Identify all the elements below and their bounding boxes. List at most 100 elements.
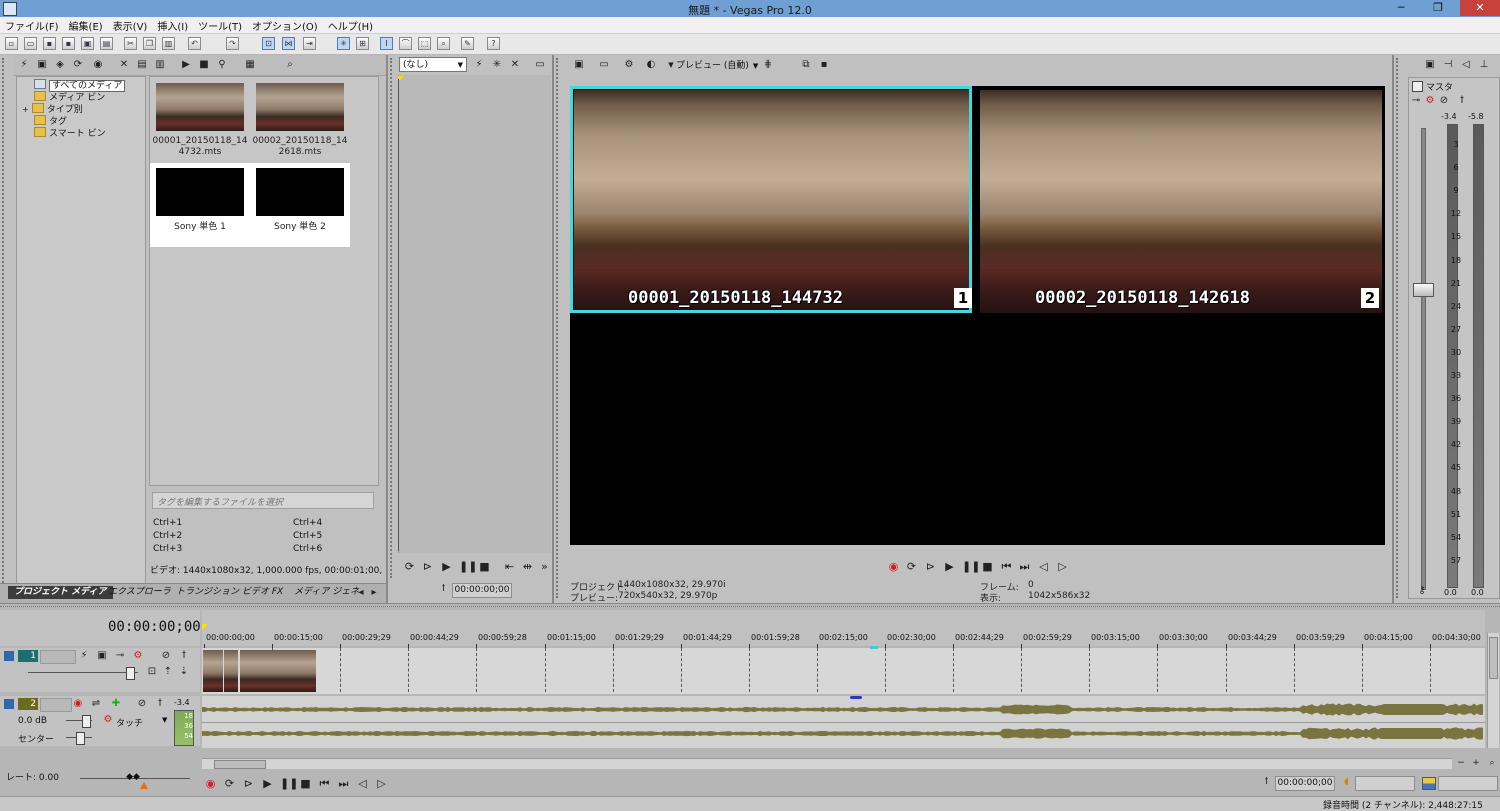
restore-button[interactable]: ❐ <box>1420 0 1456 16</box>
menu-insert[interactable]: 挿入(I) <box>152 17 193 33</box>
audio-track-header[interactable]: 2 ◉ ⇌ ✚ ⊘ ꝉ -3.4 0.0 dB ⚙ タッチ ▼ センター 18 … <box>0 696 200 746</box>
refresh-icon[interactable]: ⟳ <box>72 59 84 71</box>
timeline-grip[interactable] <box>0 606 1500 609</box>
undo-icon[interactable]: ↶ <box>188 37 201 50</box>
timeline-play-icon[interactable]: ▶ <box>261 777 274 790</box>
media-thumbnail-4[interactable] <box>256 168 344 216</box>
trimmer-view[interactable] <box>398 75 551 553</box>
video-track-name-field[interactable] <box>40 650 76 664</box>
record-icon[interactable]: ◉ <box>887 560 900 573</box>
master-fx-chain-icon[interactable]: ⚙ <box>1424 95 1436 107</box>
video-track-lane[interactable] <box>202 648 1485 694</box>
help-icon[interactable]: ? <box>487 37 500 50</box>
trim-loop-icon[interactable]: ⟳ <box>403 560 416 573</box>
tag-edit-field[interactable]: タグを編集するファイルを選択 <box>152 492 374 509</box>
play-media-icon[interactable]: ▶ <box>180 59 192 71</box>
preview-quality-dropdown[interactable]: プレビュー (自動) ▼ <box>676 58 758 71</box>
selection-tool-icon[interactable]: ⬚ <box>418 37 431 50</box>
ripple-icon[interactable]: ⇥ <box>303 37 316 50</box>
zoom-in-icon[interactable]: + <box>1470 757 1482 769</box>
remove-icon[interactable]: ✕ <box>118 59 130 71</box>
menu-file[interactable]: ファイル(F) <box>0 17 64 33</box>
menu-view[interactable]: 表示(V) <box>108 17 153 33</box>
tab-media-generators[interactable]: メディア ジェネ <box>288 586 365 599</box>
expand-icon[interactable]: + <box>22 105 29 114</box>
automation-icon[interactable]: ✎ <box>461 37 474 50</box>
trim-pause-icon[interactable]: ❚❚ <box>459 560 477 573</box>
go-to-start-icon[interactable]: ⏮ <box>1000 560 1013 573</box>
video-track-child-icon[interactable]: ⇣ <box>178 666 190 678</box>
timeline-horizontal-scrollbar-thumb[interactable] <box>214 760 266 769</box>
auto-crossfade-icon[interactable]: ⋈ <box>282 37 295 50</box>
next-frame-icon[interactable]: ▷ <box>1056 560 1069 573</box>
timeline-go-start-icon[interactable]: ⏮ <box>318 777 331 790</box>
preview-properties-icon[interactable]: ▣ <box>573 59 585 71</box>
video-event-thumb-3[interactable] <box>240 650 316 692</box>
timeline-next-frame-icon[interactable]: ▷ <box>375 777 388 790</box>
master-lock-icon[interactable]: ⚷ <box>1416 585 1428 597</box>
views-icon[interactable]: ▦ <box>244 59 256 71</box>
trim-clean-icon[interactable]: ✳ <box>491 59 503 71</box>
lock-envelope-icon[interactable]: ✳ <box>337 37 350 50</box>
audio-track-fx-icon[interactable]: ✚ <box>110 698 122 710</box>
rate-slider-handle[interactable]: ◆◆ <box>124 772 142 782</box>
external-monitor-icon[interactable]: ▭ <box>598 59 610 71</box>
video-track-mute-icon[interactable]: ⊘ <box>160 650 172 662</box>
preview-fx-icon[interactable]: ⚙ <box>623 59 635 71</box>
properties-icon[interactable]: ▤ <box>100 37 113 50</box>
tree-smart-bins[interactable]: スマート ビン <box>34 127 106 139</box>
video-track-composite-mode-icon[interactable]: ⊡ <box>146 666 158 678</box>
media-thumbnail-1[interactable] <box>156 83 244 131</box>
zoom-out-icon[interactable]: − <box>1455 757 1467 769</box>
mixer-insert-bus-icon[interactable]: ⊣ <box>1442 59 1454 71</box>
video-track-solo-icon[interactable]: ꝉ <box>178 650 190 662</box>
video-track-motion-icon[interactable]: ⚡ <box>78 650 90 662</box>
media-fx-icon[interactable]: ▥ <box>154 59 166 71</box>
tab-project-media[interactable]: プロジェクト メディア <box>8 586 113 599</box>
master-fader-track[interactable] <box>1421 128 1426 590</box>
trim-play-icon[interactable]: ▶ <box>440 560 453 573</box>
video-track-automation-icon[interactable]: ⚙ <box>132 650 144 662</box>
envelope-tool-icon[interactable]: ⌒ <box>399 37 412 50</box>
capture-icon[interactable]: ▣ <box>36 59 48 71</box>
go-to-end-icon[interactable]: ⏭ <box>1018 560 1031 573</box>
trim-more-icon[interactable]: » <box>538 560 551 573</box>
autopreview-icon[interactable]: ⚲ <box>216 59 228 71</box>
master-mute-icon[interactable]: ⊘ <box>1438 95 1450 107</box>
automation-mode-icon[interactable]: ⚙ <box>102 714 114 726</box>
prev-frame-icon[interactable]: ◁ <box>1037 560 1050 573</box>
redo-icon[interactable]: ↷ <box>226 37 239 50</box>
get-media-icon[interactable]: ◈ <box>54 59 66 71</box>
minimize-button[interactable]: ─ <box>1385 0 1417 16</box>
trim-select-icon[interactable]: ⇤ <box>503 560 516 573</box>
timeline-prev-frame-icon[interactable]: ◁ <box>356 777 369 790</box>
audio-track-invert-icon[interactable]: ⇌ <box>90 698 102 710</box>
media-thumbnail-2[interactable] <box>256 83 344 131</box>
audio-track-collapse-icon[interactable] <box>4 699 14 709</box>
preview-grip[interactable] <box>556 58 564 598</box>
timeline-loop-icon[interactable]: ⟳ <box>223 777 236 790</box>
timeline-stop-icon[interactable]: ■ <box>299 777 312 790</box>
master-fx-icon[interactable]: ⊸ <box>1410 95 1422 107</box>
trim-play-start-icon[interactable]: ⊳ <box>421 560 434 573</box>
search-icon[interactable]: ⌕ <box>284 59 296 71</box>
loop-icon[interactable]: ⟳ <box>905 560 918 573</box>
audio-track-solo-icon[interactable]: ꝉ <box>154 698 166 710</box>
save-snapshot-icon[interactable]: ▪ <box>818 59 830 71</box>
preview-screen[interactable]: 00001_20150118_144732 1 00002_20150118_1… <box>570 86 1385 545</box>
menu-options[interactable]: オプション(O) <box>247 17 323 33</box>
menu-help[interactable]: ヘルプ(H) <box>323 17 378 33</box>
video-track-header[interactable]: 1 ⚡ ▣ ⊸ ⚙ ⊘ ꝉ ⊡ ⇡ ⇣ <box>0 648 200 692</box>
close-button[interactable]: ✕ <box>1460 0 1500 16</box>
trim-add-icon[interactable]: ⚡ <box>473 59 485 71</box>
timeline-horizontal-scrollbar[interactable] <box>202 758 1452 769</box>
menu-tools[interactable]: ツール(T) <box>193 17 247 33</box>
open-icon[interactable]: ▭ <box>24 37 37 50</box>
save-icon[interactable]: ▪ <box>43 37 56 50</box>
cut-icon[interactable]: ✂ <box>124 37 137 50</box>
stop-media-icon[interactable]: ■ <box>198 59 210 71</box>
video-level-track[interactable] <box>28 672 138 673</box>
paste-icon[interactable]: ▥ <box>162 37 175 50</box>
master-fader-handle[interactable] <box>1413 283 1434 297</box>
arm-record-icon[interactable]: ◉ <box>72 698 84 710</box>
